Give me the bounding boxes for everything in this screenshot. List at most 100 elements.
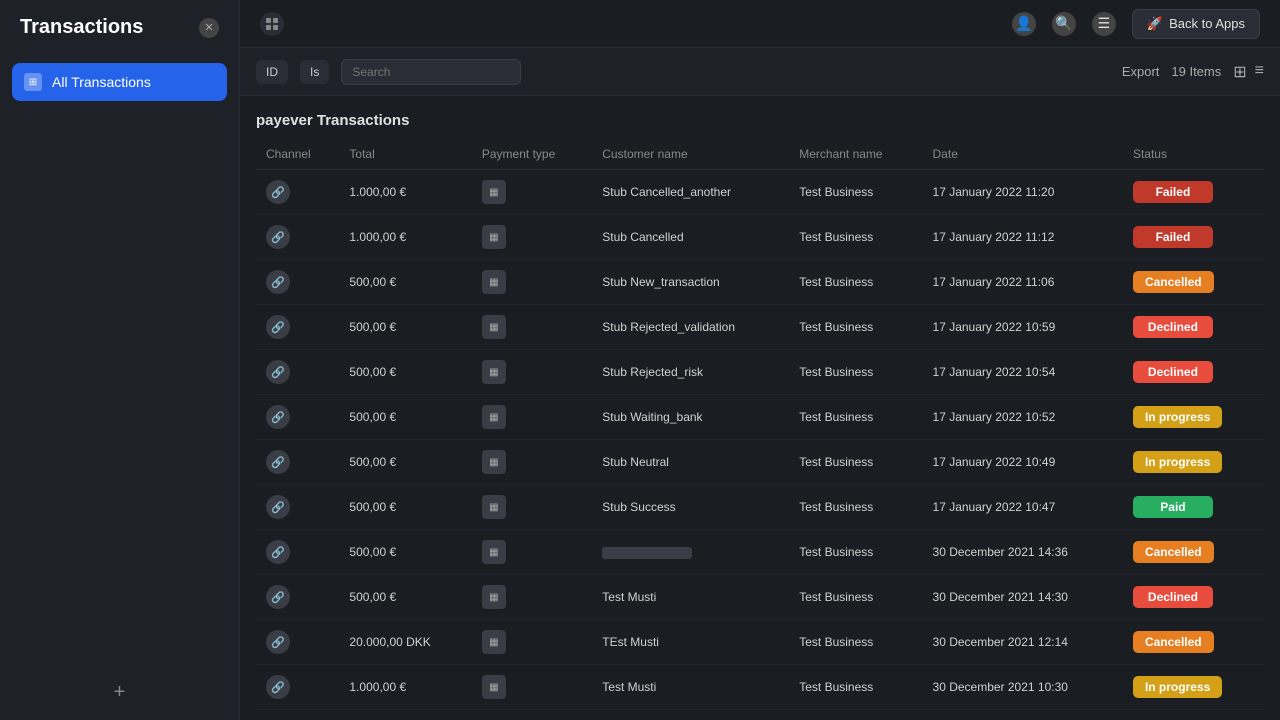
table-row[interactable]: 🔗 500,00 € ▦ Test Business 30 December 2… (256, 530, 1264, 575)
cell-status: In progress (1123, 710, 1264, 720)
cell-total: 500,00 € (339, 440, 471, 485)
channel-icon: 🔗 (266, 585, 290, 609)
cell-channel: 🔗 (256, 395, 339, 440)
payment-type-icon: ▦ (482, 675, 506, 699)
cell-customer-name: Stub Rejected_risk (592, 350, 789, 395)
table-row[interactable]: 🔗 1.000,00 € ▦ Test Musti Test Business … (256, 665, 1264, 710)
table-row[interactable]: 🔗 1.000,00 € ▦ Test Musti Test Business … (256, 710, 1264, 720)
main-content: 👤 🔍 ☰ 🚀 Back to Apps ID Is Export 19 Ite… (240, 0, 1280, 720)
table-row[interactable]: 🔗 500,00 € ▦ Test Musti Test Business 30… (256, 575, 1264, 620)
cell-payment-type: ▦ (472, 440, 592, 485)
cell-customer-name: Stub New_transaction (592, 260, 789, 305)
cell-merchant-name: Test Business (789, 710, 922, 720)
col-status: Status (1123, 139, 1264, 170)
status-badge: In progress (1133, 451, 1222, 473)
channel-icon: 🔗 (266, 450, 290, 474)
menu-icon[interactable]: ☰ (1092, 12, 1116, 36)
col-total: Total (339, 139, 471, 170)
cell-channel: 🔗 (256, 305, 339, 350)
table-area: payever Transactions Channel Total Payme… (240, 96, 1280, 720)
search-input[interactable] (341, 59, 521, 85)
payment-type-icon: ▦ (482, 315, 506, 339)
cell-customer-name: Test Musti (592, 710, 789, 720)
cell-payment-type: ▦ (472, 170, 592, 215)
cell-merchant-name: Test Business (789, 260, 922, 305)
cell-date: 17 January 2022 10:52 (923, 395, 1123, 440)
status-badge: In progress (1133, 676, 1222, 698)
cell-date: 17 January 2022 10:59 (923, 305, 1123, 350)
table-row[interactable]: 🔗 500,00 € ▦ Stub Waiting_bank Test Busi… (256, 395, 1264, 440)
payment-type-icon: ▦ (482, 180, 506, 204)
cell-date: 17 January 2022 11:20 (923, 170, 1123, 215)
channel-icon: 🔗 (266, 315, 290, 339)
cell-merchant-name: Test Business (789, 665, 922, 710)
is-filter-label: Is (310, 65, 319, 79)
cell-channel: 🔗 (256, 440, 339, 485)
customer-name: Stub Neutral (602, 455, 669, 469)
id-filter[interactable]: ID (256, 60, 288, 84)
payment-type-icon: ▦ (482, 450, 506, 474)
list-view-icon[interactable]: ≡ (1255, 62, 1264, 82)
cell-merchant-name: Test Business (789, 215, 922, 260)
table-row[interactable]: 🔗 1.000,00 € ▦ Stub Cancelled_another Te… (256, 170, 1264, 215)
cell-customer-name: Test Musti (592, 575, 789, 620)
cell-status: Declined (1123, 305, 1264, 350)
redacted-name (602, 547, 692, 559)
id-filter-label: ID (266, 65, 278, 79)
sidebar-item-all-transactions[interactable]: ⊞ All Transactions (12, 63, 227, 101)
view-toggle: ⊞ ≡ (1233, 62, 1264, 82)
cell-date: 30 December 2021 14:30 (923, 575, 1123, 620)
cell-status: In progress (1123, 440, 1264, 485)
table-row[interactable]: 🔗 500,00 € ▦ Stub Neutral Test Business … (256, 440, 1264, 485)
cell-payment-type: ▦ (472, 620, 592, 665)
cell-payment-type: ▦ (472, 305, 592, 350)
back-to-apps-button[interactable]: 🚀 Back to Apps (1132, 9, 1260, 39)
cell-total: 1.000,00 € (339, 215, 471, 260)
cell-payment-type: ▦ (472, 395, 592, 440)
search-icon[interactable]: 🔍 (1052, 12, 1076, 36)
table-row[interactable]: 🔗 20.000,00 DKK ▦ TEst Musti Test Busine… (256, 620, 1264, 665)
table-row[interactable]: 🔗 500,00 € ▦ Stub New_transaction Test B… (256, 260, 1264, 305)
cell-channel: 🔗 (256, 575, 339, 620)
is-filter[interactable]: Is (300, 60, 329, 84)
cell-channel: 🔗 (256, 665, 339, 710)
table-row[interactable]: 🔗 500,00 € ▦ Stub Success Test Business … (256, 485, 1264, 530)
cell-date: 17 January 2022 11:06 (923, 260, 1123, 305)
channel-icon: 🔗 (266, 180, 290, 204)
cell-channel: 🔗 (256, 530, 339, 575)
add-item-button[interactable]: + (108, 680, 132, 704)
col-customer-name: Customer name (592, 139, 789, 170)
channel-icon: 🔗 (266, 675, 290, 699)
cell-payment-type: ▦ (472, 485, 592, 530)
export-button[interactable]: Export (1122, 64, 1160, 79)
filterbar: ID Is Export 19 Items ⊞ ≡ (240, 48, 1280, 96)
customer-name: Stub Rejected_validation (602, 320, 735, 334)
status-badge: Paid (1133, 496, 1213, 518)
table-row[interactable]: 🔗 1.000,00 € ▦ Stub Cancelled Test Busin… (256, 215, 1264, 260)
col-payment-type: Payment type (472, 139, 592, 170)
cell-status: Cancelled (1123, 620, 1264, 665)
table-row[interactable]: 🔗 500,00 € ▦ Stub Rejected_validation Te… (256, 305, 1264, 350)
cell-date: 17 January 2022 10:49 (923, 440, 1123, 485)
cell-merchant-name: Test Business (789, 530, 922, 575)
cell-status: Failed (1123, 170, 1264, 215)
user-icon[interactable]: 👤 (1012, 12, 1036, 36)
cell-payment-type: ▦ (472, 665, 592, 710)
cell-payment-type: ▦ (472, 215, 592, 260)
status-badge: Declined (1133, 316, 1213, 338)
cell-total: 20.000,00 DKK (339, 620, 471, 665)
table-row[interactable]: 🔗 500,00 € ▦ Stub Rejected_risk Test Bus… (256, 350, 1264, 395)
customer-name: Stub Rejected_risk (602, 365, 703, 379)
cell-total: 500,00 € (339, 260, 471, 305)
cell-status: Cancelled (1123, 530, 1264, 575)
col-channel: Channel (256, 139, 339, 170)
cell-merchant-name: Test Business (789, 440, 922, 485)
sidebar-item-label: All Transactions (52, 74, 151, 90)
cell-status: Failed (1123, 215, 1264, 260)
cell-channel: 🔗 (256, 260, 339, 305)
status-badge: Declined (1133, 361, 1213, 383)
sidebar-close-button[interactable]: ✕ (199, 18, 219, 38)
cell-customer-name: Stub Success (592, 485, 789, 530)
grid-view-icon[interactable]: ⊞ (1233, 62, 1246, 82)
cell-channel: 🔗 (256, 170, 339, 215)
